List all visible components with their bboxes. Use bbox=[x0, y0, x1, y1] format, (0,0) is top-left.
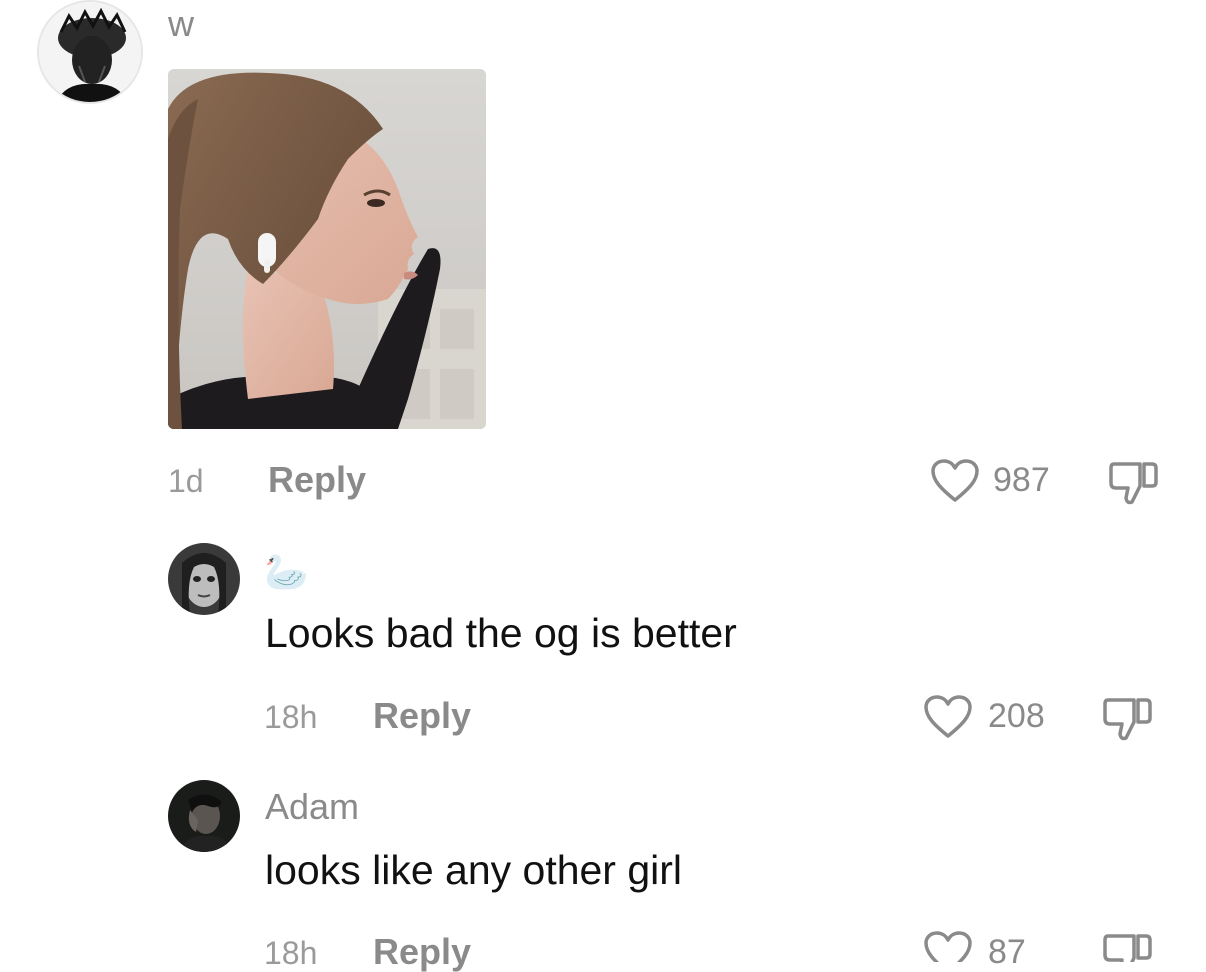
reply-button[interactable]: Reply bbox=[373, 932, 471, 972]
user-avatar[interactable] bbox=[168, 780, 240, 852]
comment-username[interactable]: Adam bbox=[265, 787, 359, 827]
thumbs-down-icon[interactable] bbox=[1108, 458, 1160, 506]
reply-button[interactable]: Reply bbox=[268, 460, 366, 500]
heart-icon[interactable] bbox=[923, 694, 973, 740]
reply-button[interactable]: Reply bbox=[373, 696, 471, 736]
comment-timestamp: 18h bbox=[264, 699, 318, 735]
comment-text: looks like any other girl bbox=[265, 847, 683, 893]
heart-icon[interactable] bbox=[930, 458, 980, 504]
user-avatar[interactable] bbox=[168, 543, 240, 615]
comment-photo-attachment[interactable] bbox=[168, 69, 486, 429]
like-count: 87 bbox=[988, 933, 1026, 971]
thumbs-down-icon[interactable] bbox=[1102, 694, 1154, 742]
like-count: 987 bbox=[993, 461, 1050, 499]
thumbs-down-icon[interactable] bbox=[1102, 930, 1154, 962]
like-count: 208 bbox=[988, 697, 1045, 735]
heart-icon[interactable] bbox=[923, 930, 973, 962]
comment-timestamp: 18h bbox=[264, 935, 318, 971]
user-avatar[interactable] bbox=[37, 0, 143, 104]
comment-username[interactable]: 🦢 bbox=[264, 552, 309, 592]
comment-timestamp: 1d bbox=[168, 463, 204, 499]
comment-username[interactable]: w bbox=[168, 4, 194, 44]
comment-text: Looks bad the og is better bbox=[265, 610, 737, 656]
